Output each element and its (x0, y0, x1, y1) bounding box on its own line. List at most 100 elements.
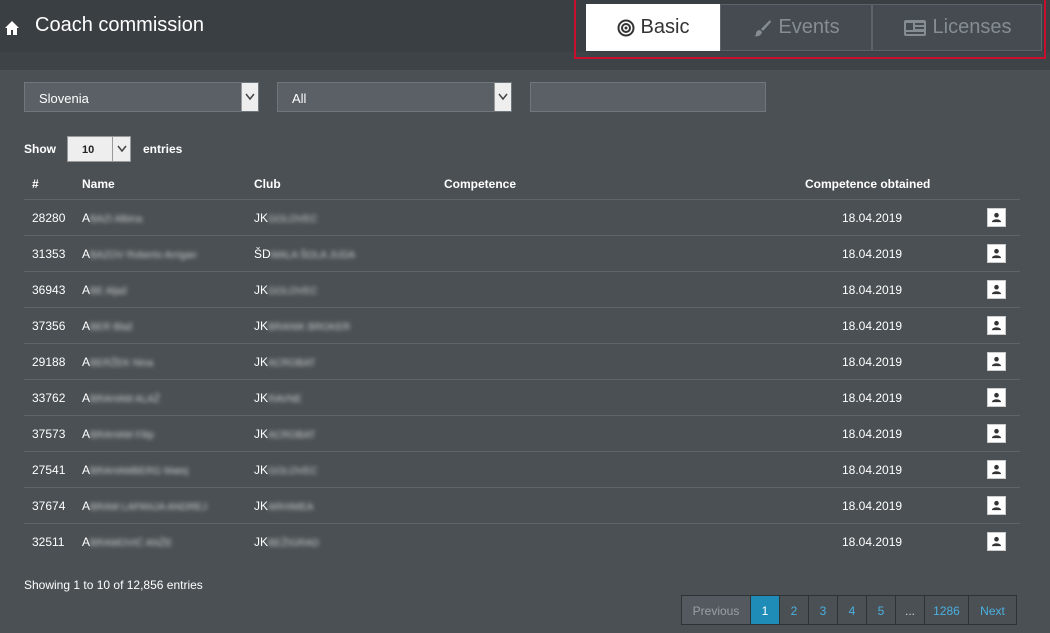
row-name-redacted: BERŽEK Nina (90, 358, 154, 369)
page-button[interactable]: 1 (751, 596, 780, 624)
row-id: 37674 (32, 499, 66, 513)
row-name-initial: A (82, 355, 91, 369)
search-input[interactable] (530, 82, 766, 112)
page-button[interactable]: 5 (867, 596, 896, 624)
row-id: 36943 (32, 283, 66, 297)
row-name-initial: A (82, 319, 91, 333)
table-row: 33762 ABRAHAM ALAŽ JKRAVNE 18.04.2019 (24, 379, 1020, 416)
row-name-redacted: BRAHAM Filip (90, 430, 154, 441)
row-id: 33762 (32, 391, 66, 405)
column-header-club[interactable]: Club (254, 177, 281, 191)
tab-licenses-label: Licenses (932, 16, 1012, 38)
category-select[interactable]: All (277, 82, 512, 112)
row-name: ABER Blaž (82, 319, 133, 333)
row-club-redacted: BRANIK BROKER (268, 322, 351, 333)
row-id: 37356 (32, 319, 66, 333)
row-name: ABRAM LAPANJA ANDREJ (82, 499, 207, 513)
row-name: ABE Aljaž (82, 283, 127, 297)
row-id: 32511 (32, 535, 65, 549)
row-name-redacted: BRAHAMBERG Matej (90, 466, 189, 477)
row-competence-date: 18.04.2019 (842, 283, 903, 297)
column-header-competence[interactable]: Competence (444, 177, 516, 191)
person-icon[interactable] (987, 532, 1006, 551)
person-icon[interactable] (987, 352, 1006, 371)
row-club-redacted: RAVNE (268, 394, 302, 405)
row-club-redacted: BEŽIGRAD (268, 538, 320, 549)
table-row: 32511 ABRAMOVIĆ ANŽE JKBEŽIGRAD 18.04.2019 (24, 523, 1020, 560)
row-name-redacted: BRAM LAPANJA ANDREJ (90, 502, 208, 513)
page-button[interactable]: 3 (809, 596, 838, 624)
row-name-initial: A (82, 211, 91, 225)
row-id: 31353 (32, 247, 66, 261)
row-club: JKARHIMEA (254, 499, 314, 513)
row-id: 37573 (32, 427, 66, 441)
pagination: Previous 1 2 3 4 5 ... 1286 Next (681, 595, 1017, 625)
tab-licenses[interactable]: Licenses (872, 4, 1042, 51)
person-icon[interactable] (987, 496, 1006, 515)
tab-events[interactable]: Events (720, 4, 872, 51)
row-club-initial: JK (254, 319, 269, 333)
row-name-redacted: BE Aljaž (90, 286, 128, 297)
row-competence-date: 18.04.2019 (842, 499, 903, 513)
category-select-value: All (292, 91, 307, 106)
row-club-redacted: ACROBAT (268, 430, 316, 441)
row-name-initial: A (82, 499, 91, 513)
row-name-redacted: BAZI Albina (90, 214, 143, 225)
row-competence-date: 18.04.2019 (842, 319, 903, 333)
row-club-initial: JK (254, 535, 269, 549)
person-icon[interactable] (987, 244, 1006, 263)
table-row: 37356 ABER Blaž JKBRANIK BROKER 18.04.2019 (24, 307, 1020, 344)
column-header-competence-obtained[interactable]: Competence obtained (805, 177, 930, 191)
row-name-redacted: BAZOV Roberto Arrigan (90, 250, 197, 261)
row-name-initial: A (82, 391, 91, 405)
column-header-name[interactable]: Name (82, 177, 115, 191)
row-name-redacted: BRAMOVIĆ ANŽE (90, 538, 173, 549)
table-row: 37573 ABRAHAM Filip JKACROBAT 18.04.2019 (24, 415, 1020, 452)
row-club-initial: JK (254, 499, 269, 513)
row-id: 28280 (32, 211, 66, 225)
row-club: JKRAVNE (254, 391, 302, 405)
person-icon[interactable] (987, 316, 1006, 335)
row-competence-date: 18.04.2019 (842, 535, 903, 549)
table-row: 36943 ABE Aljaž JKGOLOVEC 18.04.2019 (24, 271, 1020, 308)
entries-length-select[interactable]: 10 (67, 136, 131, 162)
row-club: JKBRANIK BROKER (254, 319, 350, 333)
row-id: 29188 (32, 355, 66, 369)
row-competence-date: 18.04.2019 (842, 391, 903, 405)
pagination-ellipsis: ... (896, 596, 925, 624)
target-icon (617, 19, 635, 36)
row-club-initial: JK (254, 211, 269, 225)
row-competence-date: 18.04.2019 (842, 427, 903, 441)
row-club: JKBEŽIGRAD (254, 535, 319, 549)
entries-label: entries (143, 142, 183, 156)
home-icon[interactable] (4, 20, 20, 36)
person-icon[interactable] (987, 424, 1006, 443)
person-icon[interactable] (987, 280, 1006, 299)
row-name-initial: A (82, 247, 91, 261)
page-button[interactable]: 2 (780, 596, 809, 624)
row-club-redacted: MALA ŠOLA JUDA (270, 250, 356, 261)
row-competence-date: 18.04.2019 (842, 463, 903, 477)
row-name-initial: A (82, 535, 91, 549)
person-icon[interactable] (987, 388, 1006, 407)
page-title: Coach commission (35, 14, 204, 36)
person-icon[interactable] (987, 460, 1006, 479)
chevron-down-icon (241, 83, 258, 111)
row-club-initial: JK (254, 283, 269, 297)
row-club: JKGOLOVEC (254, 211, 317, 225)
row-name-initial: A (82, 463, 91, 477)
person-icon[interactable] (987, 208, 1006, 227)
table-row: 28280 ABAZI Albina JKGOLOVEC 18.04.2019 (24, 199, 1020, 236)
tab-basic[interactable]: Basic (586, 4, 720, 51)
row-name: ABAZOV Roberto Arrigan (82, 247, 197, 261)
previous-page-button[interactable]: Previous (682, 596, 751, 624)
row-name-initial: A (82, 283, 91, 297)
last-page-button[interactable]: 1286 (925, 596, 969, 624)
row-competence-date: 18.04.2019 (842, 247, 903, 261)
next-page-button[interactable]: Next (969, 596, 1016, 624)
row-id: 27541 (32, 463, 66, 477)
country-select[interactable]: Slovenia (24, 82, 259, 112)
page-button[interactable]: 4 (838, 596, 867, 624)
table-row: 27541 ABRAHAMBERG Matej JKGOLOVEC 18.04.201… (24, 451, 1020, 488)
column-header-number[interactable]: # (32, 177, 39, 191)
